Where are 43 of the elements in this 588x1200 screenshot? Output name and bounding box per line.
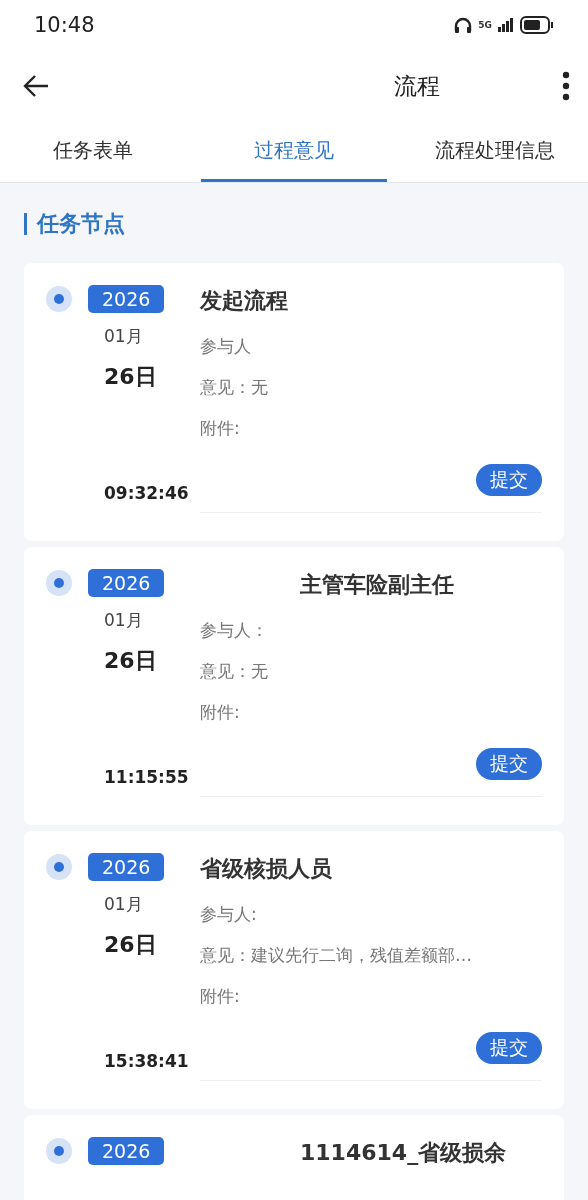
year-badge: 2026 [88,1137,165,1165]
node-title: 主管车险副主任 [300,571,454,599]
day-text: 26日 [104,647,158,675]
network-label: 5G [478,20,492,30]
year-badge: 2026 [88,569,165,597]
month-text: 01月 [104,325,144,348]
year-badge: 2026 [88,285,165,313]
node-title: 发起流程 [200,287,288,315]
attachments-label: 附件: [200,701,241,724]
tab[interactable]: 流程处理信息 [401,122,588,182]
time-text: 11:15:55 [104,767,190,787]
page-title: 流程 [394,71,441,101]
headphones-icon [454,17,473,33]
timeline-dot-icon [46,854,72,880]
time-text: 09:32:46 [104,483,190,503]
signal-icon [498,18,514,32]
participants-label: 参与人： [200,619,269,642]
year-badge: 2026 [88,853,165,881]
attachments-label: 附件: [200,417,241,440]
battery-icon [520,16,554,34]
timeline-dot-icon [46,1138,72,1164]
day-text: 26日 [104,363,158,391]
timeline-dot-icon [46,286,72,312]
month-text: 01月 [104,609,144,632]
opinion-text: 意见：无 [200,376,269,399]
time-text: 15:38:41 [104,1051,190,1071]
tab[interactable]: 任务表单 [0,122,187,182]
section-title: 任务节点 [24,213,564,235]
node-title: 省级核损人员 [200,855,332,883]
tab[interactable]: 过程意见 [200,122,388,182]
month-text: 01月 [104,893,144,916]
opinion-text: 意见：无 [200,660,269,683]
node-title: 1114614_省级损余 [300,1139,507,1167]
submit-button[interactable]: 提交 [476,748,542,780]
status-time: 10:48 [34,13,95,37]
opinion-text: 意见：建议先行二询，残值差额部… [200,944,473,967]
attachments-label: 附件: [200,985,241,1008]
submit-button[interactable]: 提交 [476,464,542,496]
submit-button[interactable]: 提交 [476,1032,542,1064]
day-text: 26日 [104,931,158,959]
participants-label: 参与人 [200,335,252,358]
participants-label: 参与人: [200,903,258,926]
timeline-dot-icon [46,570,72,596]
